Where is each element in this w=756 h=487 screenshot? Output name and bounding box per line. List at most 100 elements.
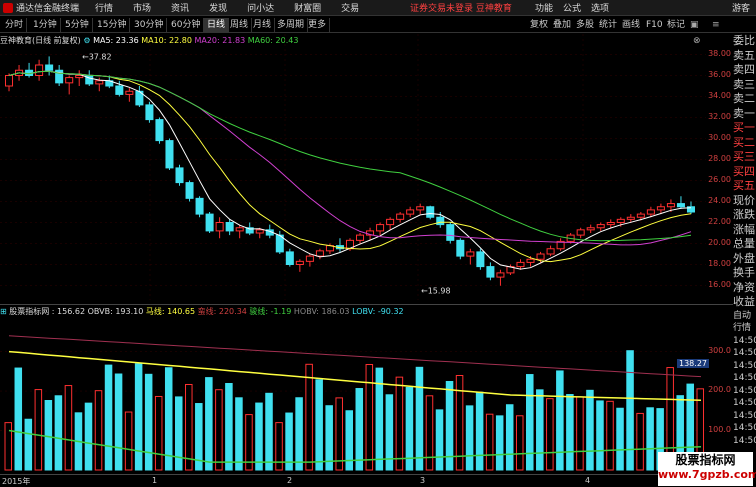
period-multi[interactable]: 多周期: [274, 18, 309, 32]
x-tick-1: 1: [152, 476, 158, 485]
period-15min[interactable]: 15分钟: [94, 18, 131, 32]
side-panel-item[interactable]: 14:50: [733, 422, 756, 435]
side-panel-item[interactable]: 14:50: [733, 372, 756, 385]
manxian-line: [8, 335, 702, 378]
candle-body: [215, 222, 224, 232]
candle-body: [406, 209, 415, 215]
side-panel-item[interactable]: 14:50: [733, 435, 756, 448]
candle-body: [195, 197, 204, 215]
side-panel-item[interactable]: 卖五: [733, 49, 756, 64]
menu-item-gongshi[interactable]: 公式: [563, 1, 581, 14]
side-panel-item[interactable]: 涨跌: [733, 208, 756, 223]
menu-icon[interactable]: ≡: [712, 18, 720, 32]
side-panel-item[interactable]: 14:50: [733, 335, 756, 348]
side-panel-item[interactable]: 现价: [733, 194, 756, 209]
period-1min[interactable]: 1分钟: [30, 18, 61, 32]
side-panel-item[interactable]: 买一: [733, 121, 756, 136]
side-panel-item[interactable]: 卖四: [733, 63, 756, 78]
side-panel-item[interactable]: 14:50: [733, 347, 756, 360]
candle-body: [546, 248, 555, 255]
side-panel-item[interactable]: 收益: [733, 295, 756, 310]
indicator-bar: [636, 412, 644, 471]
side-panel-item[interactable]: 涨幅: [733, 223, 756, 238]
side-panel-item[interactable]: 14:50: [733, 360, 756, 373]
candlestick-chart[interactable]: ←37.82 ←15.98: [0, 34, 706, 300]
expand-icon[interactable]: ▣: [690, 18, 699, 32]
side-panel-item[interactable]: 买二: [733, 136, 756, 151]
menu-item-gongneng[interactable]: 功能: [535, 1, 553, 14]
period-daily[interactable]: 日线: [204, 18, 230, 32]
date-axis: 2015年 1 2 3 4: [0, 474, 706, 486]
period-30min[interactable]: 30分钟: [131, 18, 168, 32]
indicator-bar: [104, 364, 113, 471]
side-panel-item[interactable]: 净资: [733, 281, 756, 296]
period-weekly[interactable]: 周线: [227, 18, 253, 32]
side-panel-item[interactable]: 行情: [733, 322, 756, 335]
indicator-name: 股票指标网: [9, 307, 50, 316]
candle-body: [95, 80, 104, 85]
candle-body: [295, 260, 304, 266]
side-panel-item[interactable]: 自动: [733, 310, 756, 323]
f10-button[interactable]: F10: [646, 18, 663, 32]
price-tick: 28.00: [708, 153, 731, 163]
candle-body: [476, 251, 485, 268]
biaoji-button[interactable]: 标记: [667, 18, 685, 32]
candle-body: [586, 227, 595, 231]
price-tick: 30.00: [708, 132, 731, 142]
side-panel-item[interactable]: 买三: [733, 150, 756, 165]
side-panel-item[interactable]: 委比: [733, 34, 756, 49]
candle-body: [165, 140, 174, 169]
fuquan-button[interactable]: 复权: [530, 18, 548, 32]
side-panel-item[interactable]: 总量: [733, 237, 756, 252]
candle-body: [356, 234, 365, 241]
side-panel-item[interactable]: 14:50: [733, 397, 756, 410]
candle-body: [35, 64, 44, 76]
menu-item-jiaoyi[interactable]: 交易: [341, 1, 359, 14]
period-fenshi[interactable]: 分时: [2, 18, 28, 32]
side-panel-item[interactable]: 14:50: [733, 385, 756, 398]
menu-item-caifuquan[interactable]: 财富圈: [294, 1, 321, 14]
duogu-button[interactable]: 多股: [576, 18, 594, 32]
menu-item-xuanxiang[interactable]: 选项: [591, 1, 609, 14]
candle-body: [396, 213, 405, 220]
period-monthly[interactable]: 月线: [250, 18, 276, 32]
diejia-button[interactable]: 叠加: [553, 18, 571, 32]
menu-item-faxian[interactable]: 发现: [209, 1, 227, 14]
period-more[interactable]: 更多: [305, 18, 331, 32]
menu-item-shichang[interactable]: 市场: [133, 1, 151, 14]
side-panel-item[interactable]: 买四: [733, 165, 756, 180]
broker-status[interactable]: 证券交易未登录 豆神教育: [410, 1, 512, 14]
indicator-bar: [34, 389, 43, 471]
indicator-bar: [395, 376, 404, 471]
indicator-bar: [154, 395, 163, 471]
indicator-chart[interactable]: [0, 316, 706, 474]
menu-item-hangqing[interactable]: 行情: [95, 1, 113, 14]
v1-value: : 156.62: [51, 307, 86, 316]
candle-body: [606, 222, 615, 226]
candle-body: [536, 253, 545, 260]
side-panel-item[interactable]: 外盘: [733, 252, 756, 267]
side-panel-item[interactable]: 换手: [733, 266, 756, 281]
period-toolbar: 分时 1分钟 5分钟 15分钟 30分钟 60分钟 日线 周线 月线 多周期 更…: [0, 17, 756, 33]
period-5min[interactable]: 5分钟: [62, 18, 93, 32]
side-panel-item[interactable]: 14:50: [733, 410, 756, 423]
side-panel-item[interactable]: 买五: [733, 179, 756, 194]
indicator-bar: [505, 404, 514, 471]
menu-item-zixun[interactable]: 资讯: [171, 1, 189, 14]
indicator-bar: [144, 373, 153, 471]
side-panel-item[interactable]: 卖二: [733, 92, 756, 107]
huaxian-button[interactable]: 画线: [622, 18, 640, 32]
sub-indicator-row: ⊞ 股票指标网 : 156.62 OBVB: 193.10 马线: 140.65…: [0, 304, 733, 316]
x-tick-year: 2015年: [2, 477, 31, 486]
indicator-bar: [365, 364, 374, 471]
tongji-button[interactable]: 统计: [599, 18, 617, 32]
indicator-bar: [44, 400, 53, 471]
menu-item-wenxiaoda[interactable]: 问小达: [247, 1, 274, 14]
low-price-label: ←15.98: [421, 287, 451, 296]
maxian-line: [8, 350, 702, 402]
period-60min[interactable]: 60分钟: [168, 18, 205, 32]
side-panel-item[interactable]: 卖三: [733, 78, 756, 93]
side-panel-item[interactable]: 卖一: [733, 107, 756, 122]
guest-user[interactable]: 游客: [732, 1, 750, 14]
indicator-bar: [556, 370, 564, 471]
